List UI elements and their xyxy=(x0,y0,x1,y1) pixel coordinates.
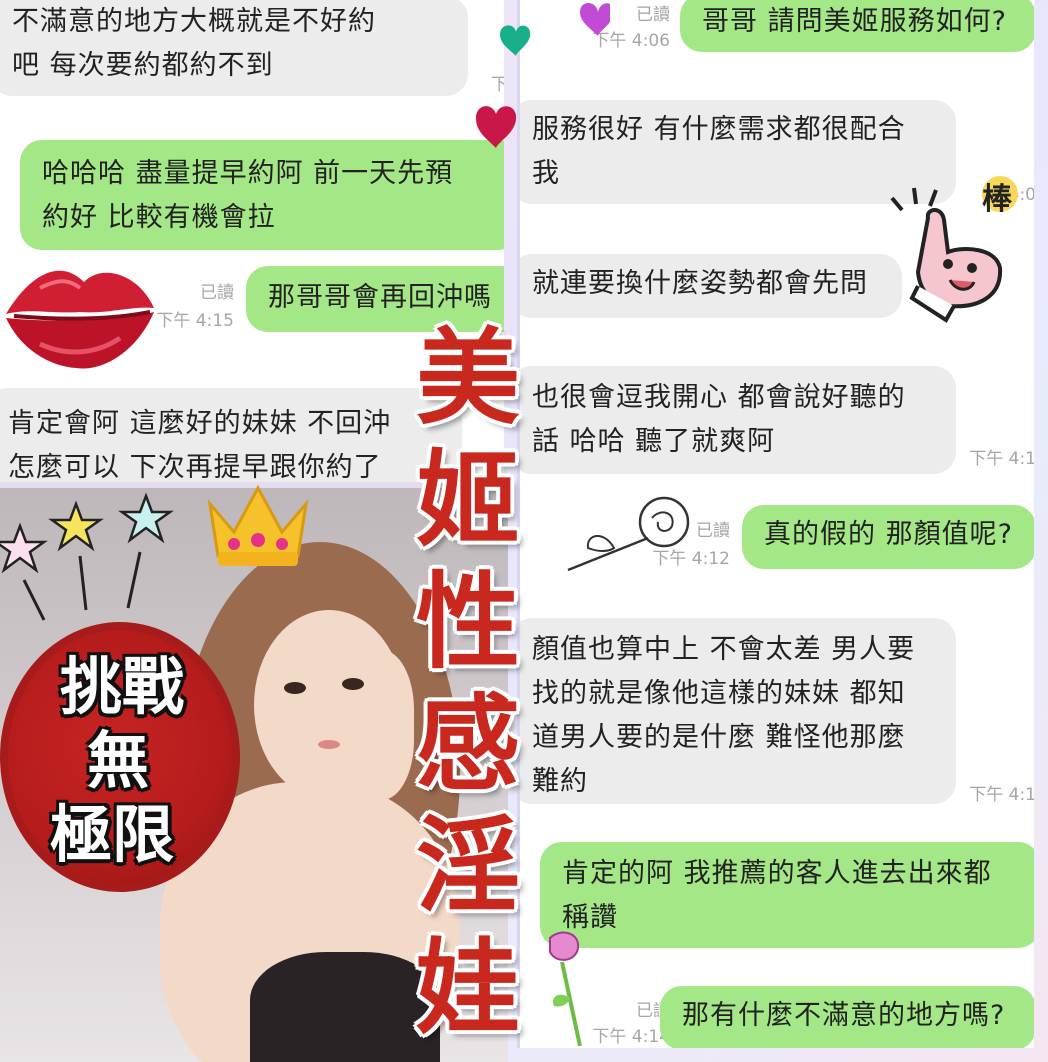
eye-left xyxy=(284,682,306,694)
badge-line-2: 無 xyxy=(86,724,149,797)
crown-icon xyxy=(207,484,309,566)
badge-line-3: 極限 xyxy=(49,798,174,871)
title-char: 姬 xyxy=(415,438,520,561)
message-bubble: 那有什麼不滿意的地方嗎? xyxy=(660,986,1034,1048)
title-char: 性 xyxy=(415,560,520,683)
badge-line-1: 挑戰 xyxy=(59,650,184,723)
eye-right xyxy=(342,678,364,690)
sticker-thumb-text: 棒 xyxy=(982,182,1012,217)
hand xyxy=(334,650,414,800)
glitter-hearts xyxy=(476,3,610,148)
message-bubble: 不滿意的地方大概就是不好約 吧 每次要約都約不到 xyxy=(0,0,468,96)
pink-rose-sticker xyxy=(549,931,582,1047)
read-status: 已讀 xyxy=(636,1001,670,1021)
title-char: 感 xyxy=(415,682,520,805)
read-status: 已讀 xyxy=(200,283,234,303)
message-time: 下午 4:1 xyxy=(969,785,1034,805)
message-bubble: 哥哥 請問美姬服務如何? xyxy=(680,0,1034,52)
message-bubble: 就連要換什麼姿勢都會先問 xyxy=(520,254,902,318)
message-bubble: 哈哈哈 盡量提早約阿 前一天先預 約好 比較有機會拉 xyxy=(20,140,504,250)
lips-sticker xyxy=(6,270,154,369)
message-bubble: 也很會逗我開心 都會說好聽的 話 哈哈 聽了就爽阿 xyxy=(520,366,956,474)
rose-sketch-sticker xyxy=(567,496,690,572)
title-char: 淫 xyxy=(415,804,520,927)
message-time: 下午 4:1 xyxy=(969,449,1034,469)
title-char: 娃 xyxy=(415,926,520,1049)
challenge-badge: 挑戰 無 極限 xyxy=(0,622,240,892)
star-stickers xyxy=(0,492,174,621)
message-bubble: 肯定的阿 我推薦的客人進去出來都 稱讚 xyxy=(540,842,1034,948)
lips xyxy=(318,740,340,749)
message-bubble: 真的假的 那顏值呢? xyxy=(742,505,1034,569)
message-bubble: 顏值也算中上 不會太差 男人要 找的就是像他這樣的妹妹 都知 道男人要的是什麼 … xyxy=(520,618,956,804)
title-char: 美 xyxy=(415,316,520,439)
